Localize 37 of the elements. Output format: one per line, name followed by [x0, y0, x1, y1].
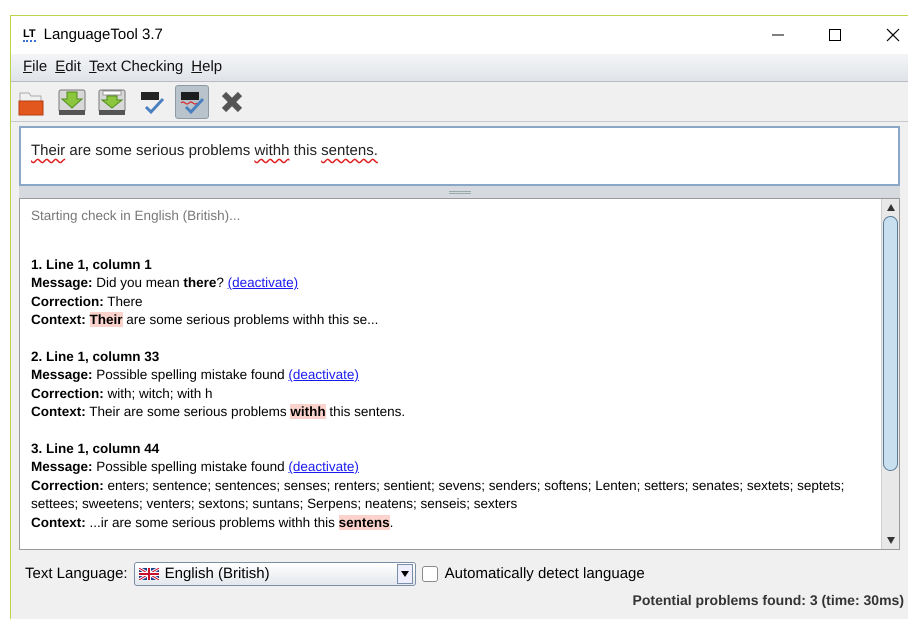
maximize-icon[interactable] — [829, 29, 841, 41]
app-logo: LT — [23, 28, 36, 42]
language-dropdown[interactable]: English (British) — [134, 562, 416, 586]
menu-item[interactable]: File — [23, 56, 48, 79]
correction-line: Correction: There — [31, 292, 144, 310]
deactivate-link[interactable]: (deactivate) — [288, 459, 359, 474]
message-line: Message: Did you mean there? (deactivate) — [31, 274, 300, 292]
text-editor[interactable]: Their are some serious problems withh this sentens. — [19, 126, 900, 186]
match-heading: 1. Line 1, column 1 — [31, 256, 153, 274]
context-line: Context: ...ir are some serious problems withh this sentens. — [31, 514, 394, 532]
status-message: Starting check in English (British)... — [31, 207, 242, 225]
editor-text: Their are some serious problems withh this sentens. — [31, 142, 378, 159]
deactivate-link[interactable]: (deactivate) — [228, 275, 298, 290]
close-icon[interactable] — [886, 28, 900, 42]
scrollbar[interactable] — [881, 199, 899, 549]
status-text: Potential problems found: 3 (time: 30ms) — [632, 591, 904, 610]
message-line: Message: Possible spelling mistake found (deactivate) — [31, 366, 360, 384]
deactivate-link[interactable]: (deactivate) — [288, 367, 359, 382]
language-label: Text Language: — [25, 564, 128, 584]
toolbar-button[interactable] — [175, 84, 209, 118]
context-line: Context: Their are some serious problems withh this sentens. — [31, 403, 406, 421]
menu-item[interactable]: Edit — [55, 56, 82, 79]
menu-item[interactable]: Help — [191, 56, 222, 79]
message-line: Message: Possible spelling mistake found (deactivate) — [31, 458, 360, 476]
scroll-up-icon[interactable] — [886, 204, 894, 211]
correction-line: Correction: with; witch; with h — [31, 384, 214, 402]
match-heading: 3. Line 1, column 44 — [31, 440, 160, 458]
checkbox[interactable] — [422, 566, 438, 582]
context-line: Context: Their are some serious problems withh this se... — [31, 311, 380, 329]
scroll-down-icon[interactable] — [886, 537, 894, 544]
match-heading: 2. Line 1, column 33 — [31, 348, 160, 366]
window-title: LanguageTool 3.7 — [44, 24, 163, 45]
flag-icon — [138, 568, 159, 580]
menu-item[interactable]: Text Checking — [89, 56, 184, 79]
checkbox-label[interactable]: Automatically detect language — [444, 562, 645, 586]
drive-arrow-icon — [57, 86, 87, 116]
drive-arrow-icon — [97, 86, 127, 116]
